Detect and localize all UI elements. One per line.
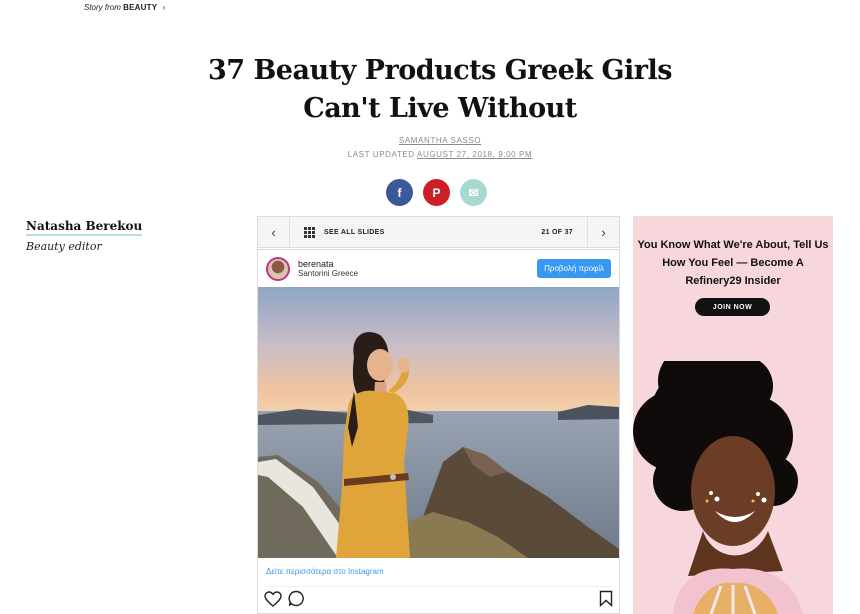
facebook-icon: f <box>397 185 402 200</box>
instagram-location[interactable]: Santorini Greece <box>298 269 358 279</box>
facebook-share-button[interactable]: f <box>386 179 413 206</box>
contributor-name[interactable]: Natasha Berekou <box>26 219 143 236</box>
share-buttons: f P ✉ <box>386 179 487 206</box>
contributor: Natasha Berekou Beauty editor <box>26 217 143 253</box>
chevron-left-icon: ‹ <box>271 224 276 240</box>
instagram-user: berenata Santorini Greece <box>298 259 358 279</box>
contributor-role: Beauty editor <box>26 240 102 253</box>
author-link[interactable]: SAMANTHA SASSO <box>300 136 580 145</box>
email-share-button[interactable]: ✉ <box>460 179 487 206</box>
grid-icon <box>304 226 315 238</box>
instagram-photo[interactable] <box>258 287 619 558</box>
prev-slide-button[interactable]: ‹ <box>258 217 290 247</box>
ad-headline: You Know What We're About, Tell Us How Y… <box>637 239 829 287</box>
last-updated: LAST UPDATED AUGUST 27, 2018, 9:00 PM <box>300 150 580 159</box>
pinterest-share-button[interactable]: P <box>423 179 450 206</box>
view-more-instagram-link[interactable]: Δείτε περισσότερα στο Instagram <box>266 567 384 576</box>
comment-icon[interactable] <box>288 590 305 612</box>
updated-label: LAST UPDATED <box>347 150 415 159</box>
story-section[interactable]: BEAUTY <box>123 3 157 12</box>
pinterest-icon: P <box>432 185 441 200</box>
instagram-actions <box>264 590 613 612</box>
join-now-button[interactable]: JOIN NOW <box>695 298 770 316</box>
slideshow-nav: ‹ SEE ALL SLIDES 21 OF 37 › <box>257 216 620 248</box>
story-from-link[interactable]: Story from BEAUTY › <box>84 3 165 12</box>
updated-date[interactable]: AUGUST 27, 2018, 9:00 PM <box>417 150 532 159</box>
story-from-prefix: Story from <box>84 3 121 12</box>
heart-icon[interactable] <box>264 590 282 612</box>
chevron-right-icon: › <box>162 3 166 12</box>
chevron-right-icon: › <box>601 224 606 240</box>
divider <box>266 586 611 587</box>
next-slide-button[interactable]: › <box>587 217 619 247</box>
see-all-slides[interactable]: SEE ALL SLIDES 21 OF 37 <box>290 226 587 238</box>
slide-counter: 21 OF 37 <box>541 228 573 236</box>
advertisement[interactable]: You Know What We're About, Tell Us How Y… <box>633 216 833 614</box>
view-profile-button[interactable]: Προβολή προφίλ <box>537 259 611 278</box>
instagram-username[interactable]: berenata <box>298 259 358 269</box>
bookmark-icon[interactable] <box>599 590 613 612</box>
instagram-header: berenata Santorini Greece Προβολή προφίλ <box>258 250 619 287</box>
email-icon: ✉ <box>468 185 479 200</box>
instagram-embed: berenata Santorini Greece Προβολή προφίλ <box>257 249 620 614</box>
see-all-slides-label: SEE ALL SLIDES <box>324 228 385 236</box>
ad-model-image <box>633 361 803 614</box>
article-title: 37 Beauty Products Greek Girls Can't Liv… <box>208 55 672 124</box>
byline: SAMANTHA SASSO LAST UPDATED AUGUST 27, 2… <box>300 136 580 159</box>
photo-illustration <box>258 287 619 558</box>
avatar[interactable] <box>266 256 290 281</box>
